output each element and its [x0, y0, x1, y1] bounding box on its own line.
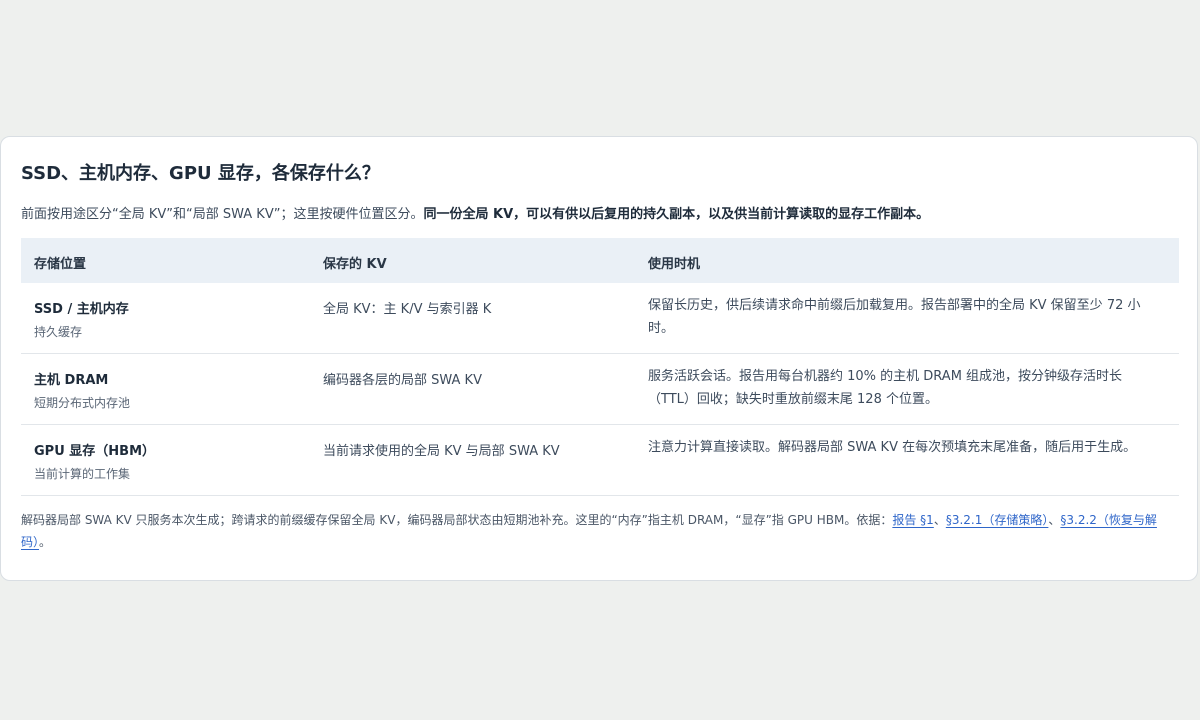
row-location: SSD / 主机内存 [34, 302, 129, 317]
card-intro: 前面按用途区分“全局 KV”和“局部 SWA KV”；这里按硬件位置区分。同一份… [21, 203, 1181, 222]
section-3-2-1-link[interactable]: §3.2.1（存储策略） [946, 513, 1049, 527]
intro-plain-text: 前面按用途区分“全局 KV”和“局部 SWA KV”；这里按硬件位置区分。 [21, 207, 424, 222]
header-kv: 保存的 KV [323, 257, 387, 272]
header-location: 存储位置 [34, 257, 87, 272]
row-location-sub: 当前计算的工作集 [34, 467, 131, 481]
row-location: 主机 DRAM [34, 373, 109, 388]
table-row: GPU 显存（HBM） 当前计算的工作集 当前请求使用的全局 KV 与局部 SW… [21, 425, 1179, 496]
header-when: 使用时机 [648, 257, 701, 272]
row-when: 服务活跃会话。报告用每台机器约 10% 的主机 DRAM 组成池，按分钟级存活时… [648, 369, 1123, 407]
row-location-sub: 短期分布式内存池 [34, 396, 131, 410]
table-row: 主机 DRAM 短期分布式内存池 编码器各层的局部 SWA KV 服务活跃会话。… [21, 354, 1179, 425]
row-location: GPU 显存（HBM） [34, 444, 156, 459]
footnote-end: 。 [39, 535, 52, 549]
footnote-separator: 、 [1048, 513, 1061, 527]
row-when: 保留长历史，供后续请求命中前缀后加载复用。报告部署中的全局 KV 保留至少 72… [648, 298, 1141, 336]
table-row: SSD / 主机内存 持久缓存 全局 KV：主 K/V 与索引器 K 保留长历史… [21, 283, 1179, 354]
table-header-row: 存储位置 保存的 KV 使用时机 [21, 238, 1179, 283]
row-when: 注意力计算直接读取。解码器局部 SWA KV 在每次预填充末尾准备，随后用于生成… [648, 440, 1137, 455]
kv-storage-card: SSD、主机内存、GPU 显存，各保存什么？ 前面按用途区分“全局 KV”和“局… [0, 136, 1198, 581]
report-section-1-link[interactable]: 报告 §1 [892, 513, 933, 527]
row-kv: 编码器各层的局部 SWA KV [323, 373, 482, 388]
footnote: 解码器局部 SWA KV 只服务本次生成；跨请求的前缀缓存保留全局 KV，编码器… [21, 509, 1161, 553]
footnote-text: 解码器局部 SWA KV 只服务本次生成；跨请求的前缀缓存保留全局 KV，编码器… [21, 513, 893, 527]
storage-table: 存储位置 保存的 KV 使用时机 SSD / 主机内存 持久缓存 全局 KV：主… [21, 238, 1179, 496]
card-title: SSD、主机内存、GPU 显存，各保存什么？ [21, 163, 380, 184]
footnote-separator: 、 [933, 513, 946, 527]
row-location-sub: 持久缓存 [34, 325, 83, 339]
row-kv: 全局 KV：主 K/V 与索引器 K [323, 302, 492, 317]
row-kv: 当前请求使用的全局 KV 与局部 SWA KV [323, 444, 560, 459]
intro-bold-text: 同一份全局 KV，可以有供以后复用的持久副本，以及供当前计算读取的显存工作副本。 [423, 207, 930, 222]
